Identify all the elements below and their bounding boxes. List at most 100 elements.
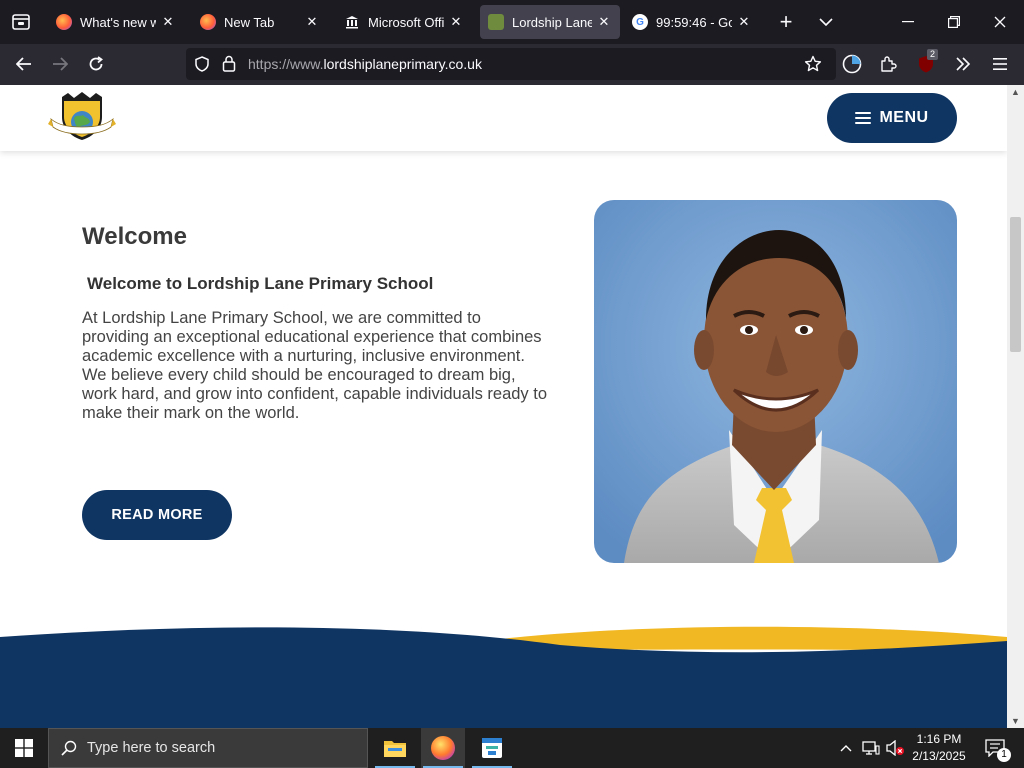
extension-badge: 2 [927,49,939,60]
close-tab-icon[interactable]: ✕ [160,14,176,30]
list-all-tabs-button[interactable] [804,0,848,44]
minimize-window-button[interactable] [886,0,930,44]
arrow-right-icon [53,57,68,71]
minimize-icon [902,21,914,23]
ublock-extension-button[interactable]: 2 [910,48,942,80]
url-text: https://www.lordshiplaneprimary.co.uk [248,56,482,72]
tab-microsoft-office[interactable]: Microsoft Office ✕ [336,5,472,39]
page-scrollbar[interactable]: ▲ ▼ [1007,85,1024,728]
reload-icon [89,56,103,71]
chevron-up-icon [840,744,852,751]
new-tab-button[interactable]: + [764,0,808,44]
network-icon [862,741,880,755]
lock-icon[interactable] [222,55,236,72]
puzzle-piece-icon [881,56,897,72]
start-button[interactable] [0,728,48,768]
tab-title: What's new with [80,14,156,30]
plus-icon: + [779,9,793,34]
forward-button[interactable] [44,48,76,80]
firefox-taskbar-button[interactable] [421,728,465,768]
back-button[interactable] [8,48,40,80]
app-window-icon [482,738,502,758]
read-more-label: READ MORE [111,507,203,523]
bookmark-button[interactable] [797,48,829,80]
web-page: MENU Welcome Welcome to Lordship Lane Pr… [0,85,1007,728]
close-tab-icon[interactable]: ✕ [304,14,320,30]
firefox-view-icon [12,14,30,30]
tab-google-timer[interactable]: G 99:59:46 - Goog ✕ [624,5,760,39]
headteacher-photo [594,200,957,563]
reload-button[interactable] [80,48,112,80]
extension-timer-button[interactable] [836,48,868,80]
url-domain: lordshiplaneprimary.co.uk [323,56,482,72]
site-header: MENU [0,85,1007,151]
bank-icon [344,14,360,30]
hamburger-menu-icon [993,58,1007,70]
tab-whats-new[interactable]: What's new with ✕ [48,5,184,39]
network-tray-button[interactable] [860,728,882,768]
close-tab-icon[interactable]: ✕ [448,14,464,30]
school-crest-icon [48,92,116,140]
search-icon [61,740,77,756]
chevron-down-icon [819,18,833,26]
scrollbar-thumb[interactable] [1010,217,1021,352]
school-logo[interactable] [48,91,116,143]
hamburger-menu-icon [855,112,872,124]
star-icon [804,55,822,72]
app-menu-button[interactable] [984,48,1016,80]
close-tab-icon[interactable]: ✕ [596,14,612,30]
menu-button[interactable]: MENU [827,93,957,143]
tab-title: Lordship Lane [512,14,592,30]
url-prefix: https://www. [248,56,324,72]
restore-icon [948,16,960,28]
extensions-button[interactable] [872,48,904,80]
speaker-muted-icon [886,740,904,756]
menu-button-label: MENU [879,109,929,126]
tab-title: Microsoft Office [368,14,444,30]
volume-tray-button[interactable] [884,728,906,768]
windows-taskbar: Type here to search 1:16 PM 2/13/2025 1 [0,728,1024,768]
tab-new-tab[interactable]: New Tab ✕ [192,5,328,39]
headteacher-portrait-image [594,200,957,563]
tab-title: New Tab [224,14,275,30]
clock-time: 1:16 PM [916,732,962,746]
welcome-subheading: Welcome to Lordship Lane Primary School [87,274,434,293]
close-window-button[interactable] [978,0,1022,44]
google-icon: G [632,14,648,30]
school-icon [488,14,504,30]
search-placeholder: Type here to search [87,740,216,756]
more-tools-button[interactable] [947,48,979,80]
firefox-icon [200,14,216,30]
double-chevron-right-icon [956,57,971,71]
address-bar[interactable]: https://www.lordshiplaneprimary.co.uk [186,48,836,80]
notification-count-badge: 1 [997,748,1011,762]
footer-wave-decoration [0,626,1007,728]
taskbar-clock[interactable]: 1:16 PM 2/13/2025 [908,731,970,765]
tab-lordship-lane[interactable]: Lordship Lane ✕ [480,5,620,39]
file-explorer-taskbar-button[interactable] [373,728,417,768]
timer-icon [842,54,862,74]
firefox-icon [431,736,455,760]
read-more-button[interactable]: READ MORE [82,490,232,540]
scroll-up-icon[interactable]: ▲ [1007,85,1024,99]
action-center-button[interactable]: 1 [980,728,1011,768]
welcome-heading: Welcome [82,223,187,250]
close-icon [994,16,1006,28]
scroll-down-icon[interactable]: ▼ [1007,714,1024,728]
firefox-icon [56,14,72,30]
tab-title: 99:59:46 - Goog [656,14,732,30]
firefox-view-button[interactable] [0,0,42,44]
browser-nav-bar: https://www.lordshiplaneprimary.co.uk 2 [0,44,1024,85]
app-taskbar-button[interactable] [470,728,514,768]
folder-icon [384,741,406,757]
welcome-paragraph: At Lordship Lane Primary School, we are … [82,309,548,422]
clock-date: 2/13/2025 [912,749,966,763]
taskbar-search-box[interactable]: Type here to search [48,728,368,768]
show-hidden-icons-button[interactable] [836,728,856,768]
windows-logo-icon [15,739,33,757]
arrow-left-icon [16,57,31,71]
browser-tab-bar: What's new with ✕ New Tab ✕ Microsoft Of… [0,0,1024,44]
tracking-protection-icon[interactable] [194,56,210,72]
restore-window-button[interactable] [932,0,976,44]
close-tab-icon[interactable]: ✕ [736,14,752,30]
